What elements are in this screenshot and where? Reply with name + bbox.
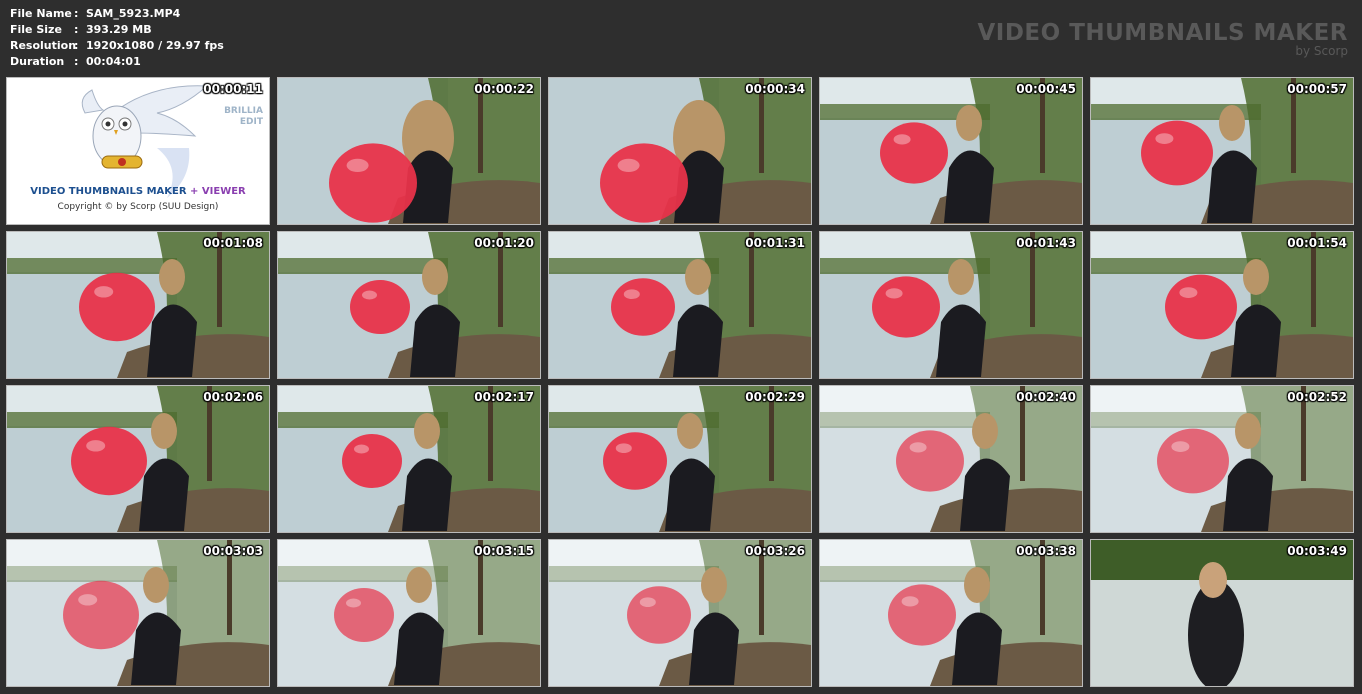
logo-product-title: VIDEO THUMBNAILS MAKER + VIEWER xyxy=(7,186,269,197)
video-thumbnail[interactable]: 00:02:06 xyxy=(6,385,270,533)
thumbnail-frame-image xyxy=(820,232,1082,378)
logo-tile[interactable]: BRILLIA EDIT VIDEO THUMBNAILS MAKER + VI… xyxy=(6,77,270,225)
thumb-timestamp: 00:02:29 xyxy=(745,390,805,404)
video-thumbnail[interactable]: 00:03:49 xyxy=(1090,539,1354,687)
video-thumbnail[interactable]: 00:01:43 xyxy=(819,231,1083,379)
thumbnail-frame-image xyxy=(278,386,540,532)
logo-title-main: VIDEO THUMBNAILS MAKER xyxy=(30,186,187,197)
thumb-timestamp: 00:02:52 xyxy=(1287,390,1347,404)
edition-line-1: BRILLIA xyxy=(224,106,263,116)
file-size-value: 393.29 MB xyxy=(86,23,152,36)
thumb-timestamp: 00:03:03 xyxy=(203,544,263,558)
video-thumbnail[interactable]: 00:03:15 xyxy=(277,539,541,687)
thumb-timestamp: 00:00:22 xyxy=(474,82,534,96)
thumbnail-frame-image xyxy=(278,232,540,378)
thumbnail-frame-image xyxy=(278,78,540,224)
brand-title: VIDEO THUMBNAILS MAKER xyxy=(977,20,1348,46)
duration-value: 00:04:01 xyxy=(86,55,141,68)
thumb-timestamp: 00:01:31 xyxy=(745,236,805,250)
video-thumbnail[interactable]: 00:00:34 xyxy=(548,77,812,225)
thumbnail-frame-image xyxy=(820,78,1082,224)
brand-subtitle: by Scorp xyxy=(1295,44,1348,58)
video-thumbnail[interactable]: 00:03:03 xyxy=(6,539,270,687)
duration-row: Duration : 00:04:01 xyxy=(10,54,224,70)
thumbnail-frame-image xyxy=(820,386,1082,532)
file-size-label: File Size xyxy=(10,23,62,36)
separator: : xyxy=(74,23,79,36)
thumbnail-frame-image xyxy=(1091,386,1353,532)
thumbnail-frame-image xyxy=(820,540,1082,686)
file-name-value: SAM_5923.MP4 xyxy=(86,7,181,20)
thumbnail-frame-image xyxy=(278,540,540,686)
video-thumbnail[interactable]: 00:00:45 xyxy=(819,77,1083,225)
thumb-timestamp: 00:01:43 xyxy=(1016,236,1076,250)
edition-line-2: EDIT xyxy=(239,117,263,127)
thumbnail-frame-image xyxy=(1091,232,1353,378)
separator: : xyxy=(74,7,79,20)
thumb-timestamp: 00:00:11 xyxy=(203,82,263,96)
thumb-timestamp: 00:01:20 xyxy=(474,236,534,250)
video-thumbnail[interactable]: 00:01:20 xyxy=(277,231,541,379)
thumbnail-frame-image xyxy=(7,540,269,686)
brand-watermark: VIDEO THUMBNAILS MAKER by Scorp xyxy=(977,20,1348,58)
thumb-timestamp: 00:03:15 xyxy=(474,544,534,558)
thumbnail-frame-image xyxy=(549,386,811,532)
thumb-timestamp: 00:00:57 xyxy=(1287,82,1347,96)
video-thumbnail[interactable]: 00:03:38 xyxy=(819,539,1083,687)
logo-title-viewer: + VIEWER xyxy=(190,186,246,197)
thumbnail-frame-image xyxy=(7,386,269,532)
thumb-timestamp: 00:02:40 xyxy=(1016,390,1076,404)
thumb-timestamp: 00:03:38 xyxy=(1016,544,1076,558)
video-thumbnail[interactable]: 00:01:54 xyxy=(1090,231,1354,379)
logo-copyright: Copyright © by Scorp (SUU Design) xyxy=(57,202,219,212)
duration-label: Duration xyxy=(10,55,65,68)
thumbnail-frame-image xyxy=(549,232,811,378)
thumbnail-frame-image xyxy=(1091,540,1353,686)
file-size-row: File Size : 393.29 MB xyxy=(10,22,224,38)
video-thumbnail[interactable]: 00:01:08 xyxy=(6,231,270,379)
thumbnail-frame-image xyxy=(549,78,811,224)
thumb-timestamp: 00:03:26 xyxy=(745,544,805,558)
thumbnail-frame-image xyxy=(549,540,811,686)
video-thumbnail[interactable]: 00:01:31 xyxy=(548,231,812,379)
thumb-timestamp: 00:02:06 xyxy=(203,390,263,404)
thumb-timestamp: 00:01:08 xyxy=(203,236,263,250)
video-thumbnail[interactable]: 00:02:40 xyxy=(819,385,1083,533)
thumbnail-frame-image xyxy=(1091,78,1353,224)
video-thumbnail[interactable]: 00:02:29 xyxy=(548,385,812,533)
file-name-label: File Name xyxy=(10,7,72,20)
thumb-timestamp: 00:00:34 xyxy=(745,82,805,96)
thumb-timestamp: 00:02:17 xyxy=(474,390,534,404)
thumbnail-frame-image xyxy=(7,232,269,378)
resolution-value: 1920x1080 / 29.97 fps xyxy=(86,39,224,52)
resolution-label: Resolution xyxy=(10,39,77,52)
file-info-panel: File Name : SAM_5923.MP4 File Size : 393… xyxy=(10,6,224,70)
video-thumbnail[interactable]: 00:03:26 xyxy=(548,539,812,687)
thumb-timestamp: 00:01:54 xyxy=(1287,236,1347,250)
video-thumbnail[interactable]: 00:00:22 xyxy=(277,77,541,225)
separator: : xyxy=(74,39,79,52)
video-thumbnail[interactable]: 00:02:17 xyxy=(277,385,541,533)
thumb-timestamp: 00:00:45 xyxy=(1016,82,1076,96)
video-thumbnail[interactable]: 00:02:52 xyxy=(1090,385,1354,533)
file-name-row: File Name : SAM_5923.MP4 xyxy=(10,6,224,22)
thumbnail-grid: BRILLIA EDIT VIDEO THUMBNAILS MAKER + VI… xyxy=(6,77,1356,688)
edition-label: BRILLIA EDIT xyxy=(224,106,263,128)
thumb-timestamp: 00:03:49 xyxy=(1287,544,1347,558)
resolution-row: Resolution : 1920x1080 / 29.97 fps xyxy=(10,38,224,54)
separator: : xyxy=(74,55,79,68)
video-thumbnail[interactable]: 00:00:57 xyxy=(1090,77,1354,225)
